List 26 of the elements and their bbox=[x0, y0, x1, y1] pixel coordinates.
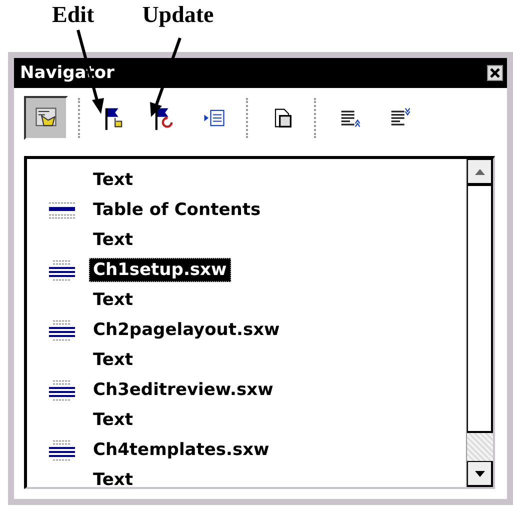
toolbar-button[interactable] bbox=[24, 96, 68, 140]
list-item[interactable]: Table of Contents bbox=[89, 198, 265, 222]
list-item[interactable]: Text bbox=[89, 168, 137, 192]
close-button[interactable] bbox=[487, 65, 503, 81]
list-item[interactable]: Text bbox=[89, 408, 137, 432]
section-icon bbox=[47, 259, 77, 281]
list-item[interactable]: Text bbox=[89, 288, 137, 312]
up-arrow-icon bbox=[474, 168, 484, 174]
callout-label: Edit bbox=[52, 1, 94, 29]
scroll-down-button[interactable] bbox=[467, 461, 493, 487]
list-item[interactable]: Ch3editreview.sxw bbox=[89, 378, 278, 402]
callout-label: Update bbox=[142, 1, 214, 29]
list-item[interactable]: Ch2pagelayout.sxw bbox=[89, 318, 284, 342]
section-icon bbox=[47, 439, 77, 461]
down-arrow-icon bbox=[474, 470, 484, 476]
window-title: Navigator bbox=[20, 63, 114, 83]
scroll-up-button[interactable] bbox=[467, 159, 493, 185]
list-item[interactable]: Text bbox=[89, 468, 137, 487]
section-icon bbox=[47, 379, 77, 401]
section-icon bbox=[47, 319, 77, 341]
list-item[interactable]: Text bbox=[89, 348, 137, 372]
scroll-thumb[interactable] bbox=[467, 185, 493, 433]
scrollbar[interactable] bbox=[466, 159, 493, 487]
list-item[interactable]: Ch1setup.sxw bbox=[89, 258, 231, 282]
list-item[interactable]: Text bbox=[89, 228, 137, 252]
list-item[interactable]: Ch4templates.sxw bbox=[89, 438, 274, 462]
